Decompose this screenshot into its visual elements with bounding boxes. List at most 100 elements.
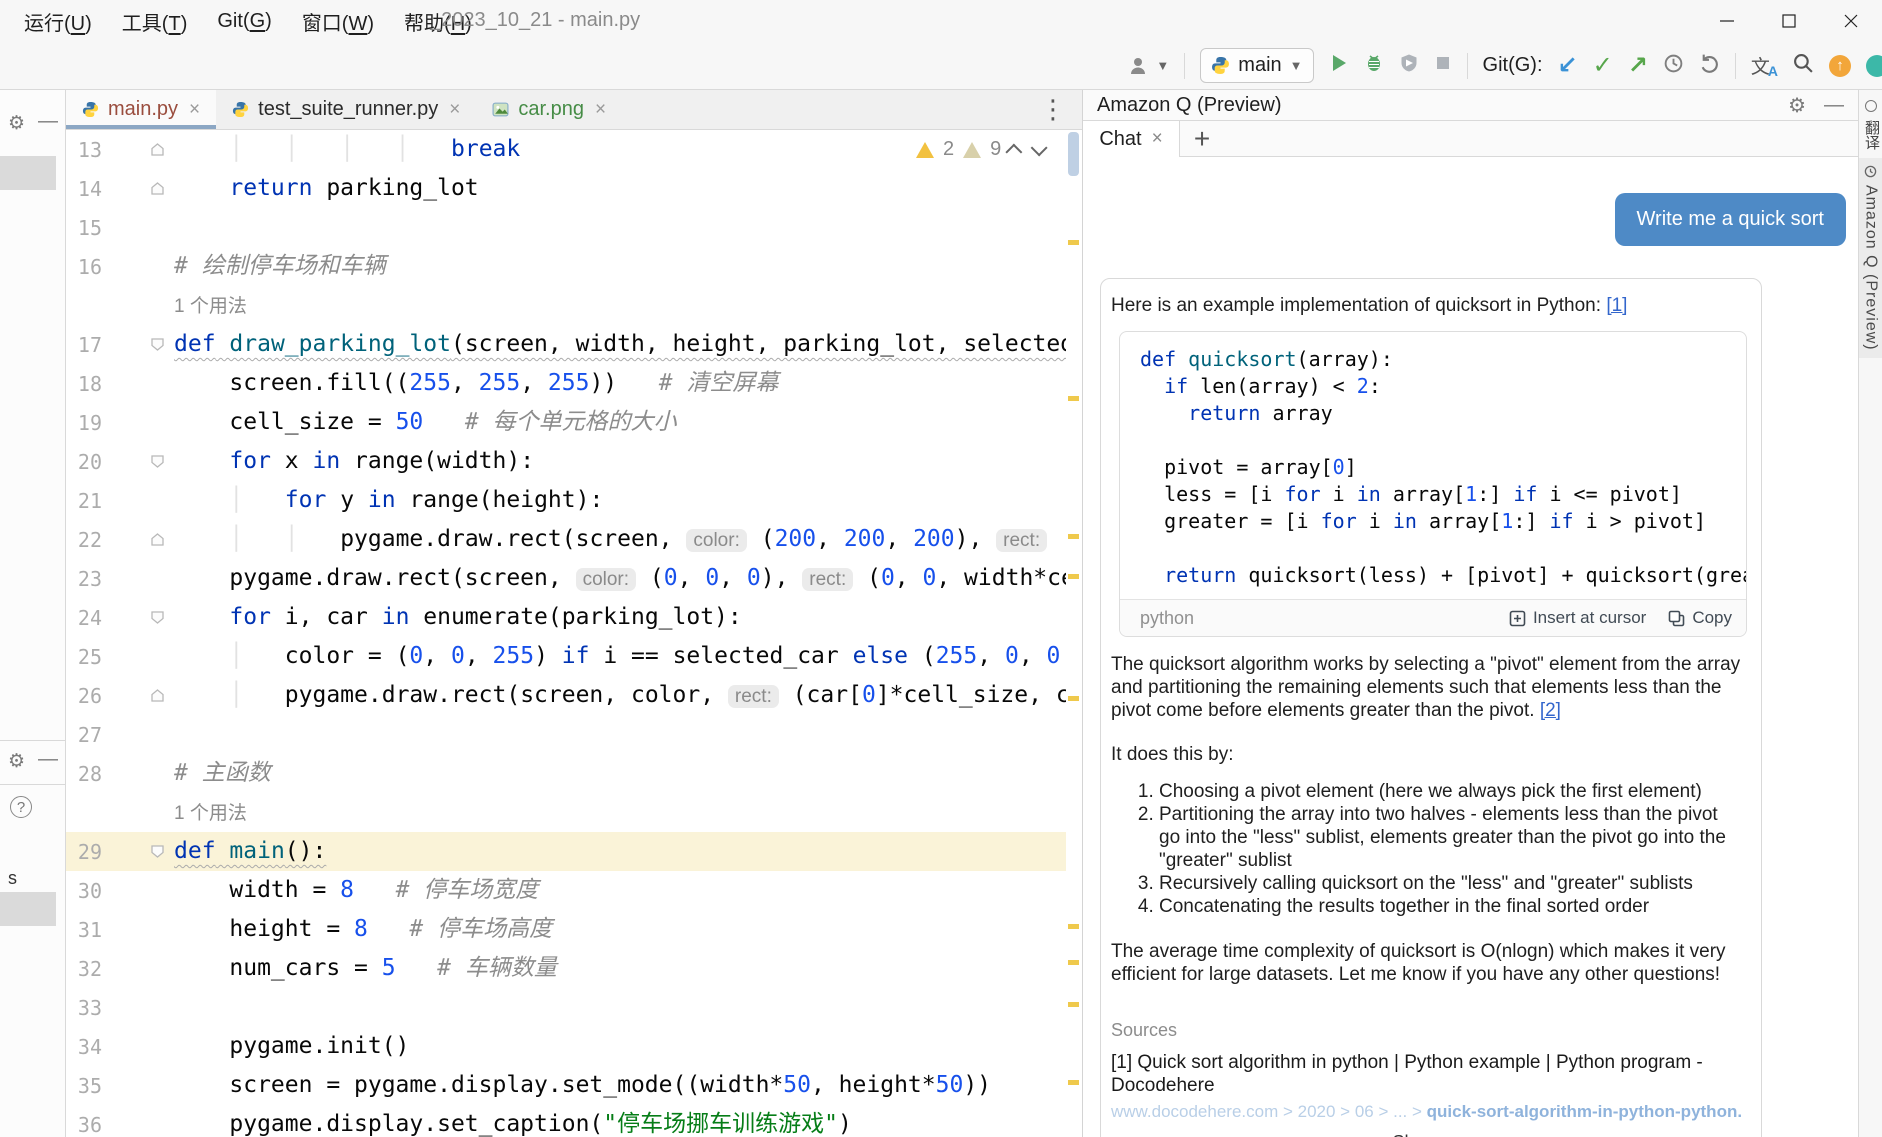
stripe-top-icon[interactable]: [1865, 100, 1877, 112]
warning-stripe-mark[interactable]: [1068, 1080, 1079, 1085]
editor-line[interactable]: 33: [66, 988, 1066, 1027]
editor-line[interactable]: 36 pygame.display.set_caption("停车场挪车训练游戏…: [66, 1105, 1066, 1137]
fold-marker-icon[interactable]: [150, 454, 170, 470]
plugin-ball-icon[interactable]: [1866, 55, 1882, 77]
editor-line[interactable]: 20 for x in range(width):: [66, 442, 1066, 481]
editor-line[interactable]: 15: [66, 208, 1066, 247]
fold-marker-icon[interactable]: [150, 532, 170, 548]
editor-scrollbar[interactable]: [1066, 130, 1082, 1137]
fold-marker-icon[interactable]: [150, 844, 170, 860]
tab-chat[interactable]: Chat ×: [1083, 121, 1180, 157]
close-button[interactable]: [1820, 0, 1882, 42]
warning-stripe-mark[interactable]: [1068, 696, 1079, 701]
menu-item[interactable]: Git(G): [217, 10, 271, 33]
editor-line[interactable]: 23 pygame.draw.rect(screen, color: (0, 0…: [66, 559, 1066, 598]
hide-panel-icon[interactable]: —: [38, 110, 58, 133]
insert-at-cursor-button[interactable]: Insert at cursor: [1509, 608, 1646, 628]
editor-line[interactable]: 29def main():: [66, 832, 1066, 871]
update-available-icon[interactable]: ↑: [1829, 55, 1851, 77]
prev-problem-icon[interactable]: [1006, 143, 1023, 160]
menu-item[interactable]: 工具(T): [122, 7, 188, 36]
fold-marker-icon[interactable]: [150, 181, 170, 197]
tab-main-py[interactable]: main.py ×: [66, 90, 216, 129]
warning-stripe-mark[interactable]: [1068, 396, 1079, 401]
fold-marker-icon[interactable]: [150, 142, 170, 158]
next-problem-icon[interactable]: [1031, 139, 1048, 156]
warning-stripe-mark[interactable]: [1068, 574, 1079, 579]
citation-link-1[interactable]: [1]: [1606, 295, 1627, 316]
copy-button[interactable]: Copy: [1668, 608, 1732, 628]
show-more-button[interactable]: Show more: [1111, 1132, 1743, 1137]
editor-line[interactable]: 24 for i, car in enumerate(parking_lot):: [66, 598, 1066, 637]
editor-line[interactable]: 22 │ │ pygame.draw.rect(screen, color: (…: [66, 520, 1066, 559]
main-toolbar: ▼ main ▼ Git(G): ↙ ✓ ↗ 文A ↑: [0, 42, 1882, 90]
amazon-q-tool-button[interactable]: Amazon Q (Preview): [1859, 158, 1882, 358]
editor-line[interactable]: 16# 绘制停车场和车辆: [66, 247, 1066, 286]
editor-line[interactable]: 19 cell_size = 50 # 每个单元格的大小: [66, 403, 1066, 442]
close-icon[interactable]: ×: [1152, 128, 1163, 150]
close-icon[interactable]: ×: [595, 99, 606, 121]
run-config-selector[interactable]: main ▼: [1200, 48, 1313, 83]
editor-line[interactable]: 34 pygame.init(): [66, 1027, 1066, 1066]
menu-item[interactable]: 运行(U): [24, 7, 92, 36]
minimize-button[interactable]: [1696, 0, 1758, 42]
git-commit-icon[interactable]: ✓: [1593, 51, 1613, 80]
translate-icon[interactable]: 文A: [1751, 52, 1778, 79]
tab-car-png[interactable]: car.png ×: [476, 90, 622, 129]
history-clock-icon[interactable]: [1663, 53, 1684, 79]
fold-marker-icon[interactable]: [150, 337, 170, 353]
warning-stripe-mark[interactable]: [1068, 960, 1079, 965]
editor-line[interactable]: 26 │ pygame.draw.rect(screen, color, rec…: [66, 676, 1066, 715]
usage-hint-row[interactable]: 1 个用法: [66, 793, 1066, 832]
tab-test-suite-runner-py[interactable]: test_suite_runner.py ×: [216, 90, 476, 129]
translate-tool-button[interactable]: 翻译: [1859, 120, 1882, 150]
warning-stripe-mark[interactable]: [1068, 1002, 1079, 1007]
hide-panel-icon[interactable]: —: [1824, 94, 1844, 117]
warning-stripe-mark[interactable]: [1068, 534, 1079, 539]
gear-icon[interactable]: ⚙: [8, 750, 25, 773]
gear-icon[interactable]: ⚙: [8, 112, 25, 135]
debug-button[interactable]: [1364, 53, 1384, 78]
editor-line[interactable]: 18 screen.fill((255, 255, 255)) # 清空屏幕: [66, 364, 1066, 403]
git-push-icon[interactable]: ↗: [1628, 51, 1648, 80]
menu-item[interactable]: 窗口(W): [302, 7, 374, 36]
stop-button[interactable]: [1434, 54, 1452, 77]
close-icon[interactable]: ×: [449, 99, 460, 121]
editor-line[interactable]: 35 screen = pygame.display.set_mode((wid…: [66, 1066, 1066, 1105]
run-with-coverage-button[interactable]: [1399, 53, 1419, 78]
rollback-icon[interactable]: [1699, 53, 1720, 79]
fold-marker-icon[interactable]: [150, 610, 170, 626]
editor-line[interactable]: 28# 主函数: [66, 754, 1066, 793]
editor-line[interactable]: 25 │ color = (0, 0, 255) if i == selecte…: [66, 637, 1066, 676]
maximize-button[interactable]: [1758, 0, 1820, 42]
editor-line[interactable]: 14 return parking_lot: [66, 169, 1066, 208]
tab-options-kebab-icon[interactable]: ⋮: [1040, 94, 1082, 125]
scrollbar-thumb[interactable]: [1068, 132, 1079, 176]
search-everywhere-icon[interactable]: [1793, 53, 1814, 79]
close-icon[interactable]: ×: [189, 99, 200, 121]
warning-stripe-mark[interactable]: [1068, 240, 1079, 245]
new-chat-tab-button[interactable]: +: [1180, 121, 1224, 156]
fold-marker-icon[interactable]: [150, 688, 170, 704]
help-icon[interactable]: ?: [10, 796, 32, 818]
citation-link-2[interactable]: [2]: [1540, 700, 1561, 721]
editor-line[interactable]: 30 width = 8 # 停车场宽度: [66, 871, 1066, 910]
code-editor[interactable]: 13 │ │ │ │ break14 return parking_lot151…: [66, 130, 1066, 1137]
editor-line[interactable]: 31 height = 8 # 停车场高度: [66, 910, 1066, 949]
gear-icon[interactable]: ⚙: [1788, 93, 1806, 118]
editor-line[interactable]: 32 num_cars = 5 # 车辆数量: [66, 949, 1066, 988]
editor-line[interactable]: 17def draw_parking_lot(screen, width, he…: [66, 325, 1066, 364]
user-account-icon[interactable]: ▼: [1128, 54, 1169, 78]
source-link[interactable]: [1] Quick sort algorithm in python | Pyt…: [1111, 1051, 1743, 1097]
inspections-widget[interactable]: 2 9: [910, 136, 1049, 163]
hide-panel-icon[interactable]: —: [38, 748, 58, 771]
editor-line[interactable]: 21 │ for y in range(height):: [66, 481, 1066, 520]
git-update-icon[interactable]: ↙: [1558, 51, 1578, 80]
editor-line[interactable]: 27: [66, 715, 1066, 754]
left-scrollbar-thumb[interactable]: [0, 156, 56, 190]
left-scrollbar-thumb[interactable]: [0, 892, 56, 926]
usage-hint-row[interactable]: 1 个用法: [66, 286, 1066, 325]
run-button[interactable]: [1329, 53, 1349, 78]
warning-stripe-mark[interactable]: [1068, 924, 1079, 929]
code-snippet-footer: python Insert at cursor Copy: [1120, 599, 1746, 636]
